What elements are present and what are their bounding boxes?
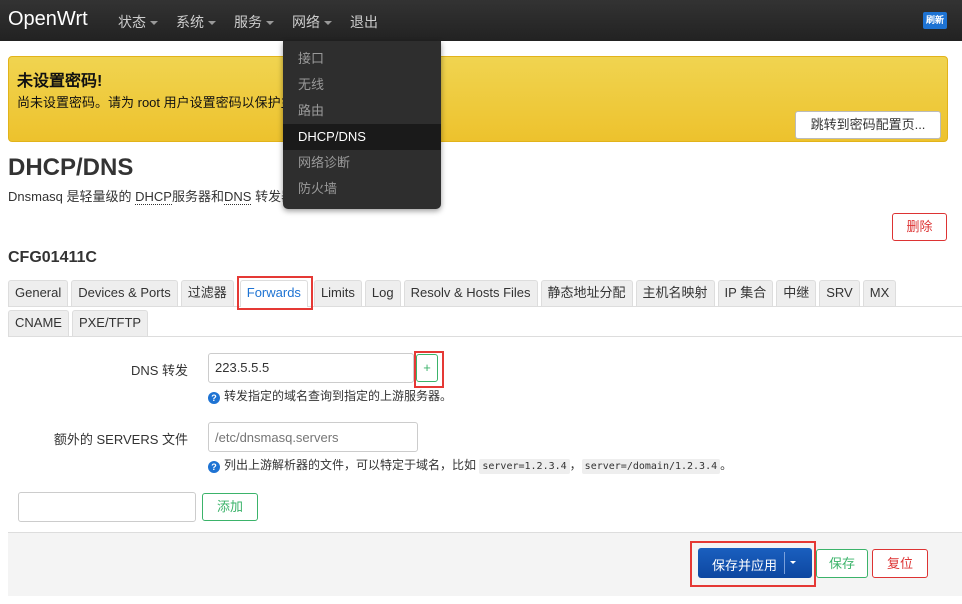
- abbr-dns: DNS: [224, 189, 252, 205]
- tab-general[interactable]: General: [8, 280, 69, 306]
- highlight-box-save-apply: [690, 541, 816, 587]
- nav-system[interactable]: 系统: [176, 12, 216, 32]
- help-text: 转发指定的域名查询到指定的上游服务器。: [224, 389, 453, 403]
- page-description: Dnsmasq 是轻量级的 DHCP服务器和DNS 转发器: [8, 186, 294, 205]
- tab-static-leases[interactable]: 静态地址分配: [540, 280, 633, 306]
- highlight-box-forwards: [237, 276, 313, 310]
- alert-text: 尚未设置密码。请为 root 用户设置密码以保护主: [17, 95, 294, 110]
- highlight-box-plus: [414, 351, 444, 388]
- nav-label: 网络: [292, 14, 320, 30]
- desc-text: Dnsmasq 是轻量级的: [8, 189, 136, 204]
- menu-item-dhcp-dns[interactable]: DHCP/DNS: [283, 124, 441, 150]
- refresh-button[interactable]: 刷新: [923, 12, 947, 29]
- caret-down-icon: [324, 21, 332, 26]
- network-dropdown-menu: 接口 无线 路由 DHCP/DNS 网络诊断 防火墙: [283, 41, 441, 209]
- caret-down-icon: [208, 21, 216, 26]
- nav-services[interactable]: 服务: [234, 12, 274, 32]
- tab-cname[interactable]: CNAME: [8, 310, 69, 336]
- tab-ipsets[interactable]: IP 集合: [717, 280, 774, 306]
- tab-hostnames[interactable]: 主机名映射: [635, 280, 715, 306]
- save-button[interactable]: 保存: [816, 549, 868, 578]
- new-section-input[interactable]: [18, 492, 196, 522]
- nav-label: 系统: [176, 14, 204, 30]
- tab-pxe-tftp[interactable]: PXE/TFTP: [71, 310, 149, 336]
- help-text: ，: [569, 458, 582, 472]
- abbr-dhcp: DHCP: [135, 189, 172, 205]
- brand-logo[interactable]: OpenWrt: [8, 8, 88, 31]
- goto-password-button[interactable]: 跳转到密码配置页...: [795, 111, 941, 139]
- menu-item-wireless[interactable]: 无线: [283, 72, 441, 98]
- help-icon: ?: [208, 461, 220, 473]
- desc-text: 服务器和: [171, 189, 224, 204]
- menu-item-routes[interactable]: 路由: [283, 98, 441, 124]
- tab-bar-row-1: General Devices & Ports 过滤器 Forwards Lim…: [8, 280, 962, 307]
- nav-network[interactable]: 网络: [292, 12, 332, 32]
- password-warning-alert: 未设置密码! 尚未设置密码。请为 root 用户设置密码以保护主 跳转到密码配置…: [8, 56, 948, 142]
- servers-file-input[interactable]: [208, 422, 418, 452]
- nav-label: 服务: [234, 14, 262, 30]
- servers-file-label: 额外的 SERVERS 文件: [53, 432, 188, 447]
- alert-title: 未设置密码!: [17, 73, 103, 90]
- tab-filter[interactable]: 过滤器: [180, 280, 234, 306]
- help-icon: ?: [208, 392, 220, 404]
- tab-srv[interactable]: SRV: [819, 280, 860, 306]
- tab-devices-ports[interactable]: Devices & Ports: [71, 280, 178, 306]
- dns-forward-input[interactable]: 223.5.5.5: [208, 353, 414, 383]
- caret-down-icon: [266, 21, 274, 26]
- section-title: CFG01411C: [8, 249, 97, 266]
- top-navbar: OpenWrt 状态 系统 服务 网络 退出 刷新: [0, 0, 962, 41]
- tab-bar-row-2: CNAME PXE/TFTP: [8, 310, 962, 337]
- menu-item-diagnostics[interactable]: 网络诊断: [283, 150, 441, 176]
- help-text: 。: [720, 458, 733, 472]
- dns-forward-label: DNS 转发: [130, 363, 188, 378]
- page-title: DHCP/DNS: [8, 154, 134, 181]
- menu-item-interfaces[interactable]: 接口: [283, 46, 441, 72]
- nav-logout[interactable]: 退出: [350, 12, 378, 32]
- tab-limits[interactable]: Limits: [313, 280, 362, 306]
- add-section-button[interactable]: 添加: [202, 493, 258, 521]
- delete-button[interactable]: 删除: [892, 213, 947, 241]
- help-text: 列出上游解析器的文件，可以特定于域名，比如: [224, 458, 477, 472]
- tab-relay[interactable]: 中继: [776, 280, 817, 306]
- tab-log[interactable]: Log: [364, 280, 401, 306]
- dns-forward-help: ? 转发指定的域名查询到指定的上游服务器。: [208, 387, 452, 404]
- nav-status[interactable]: 状态: [118, 12, 158, 32]
- tab-mx[interactable]: MX: [862, 280, 897, 306]
- servers-file-help: ? 列出上游解析器的文件，可以特定于域名，比如 server=1.2.3.4， se…: [208, 456, 733, 474]
- reset-button[interactable]: 复位: [872, 549, 928, 578]
- code-example: server=/domain/1.2.3.4: [581, 459, 721, 474]
- code-example: server=1.2.3.4: [479, 459, 570, 474]
- nav-label: 状态: [118, 14, 146, 30]
- menu-item-firewall[interactable]: 防火墙: [283, 176, 441, 202]
- caret-down-icon: [150, 21, 158, 26]
- tab-resolv-hosts[interactable]: Resolv & Hosts Files: [403, 280, 538, 306]
